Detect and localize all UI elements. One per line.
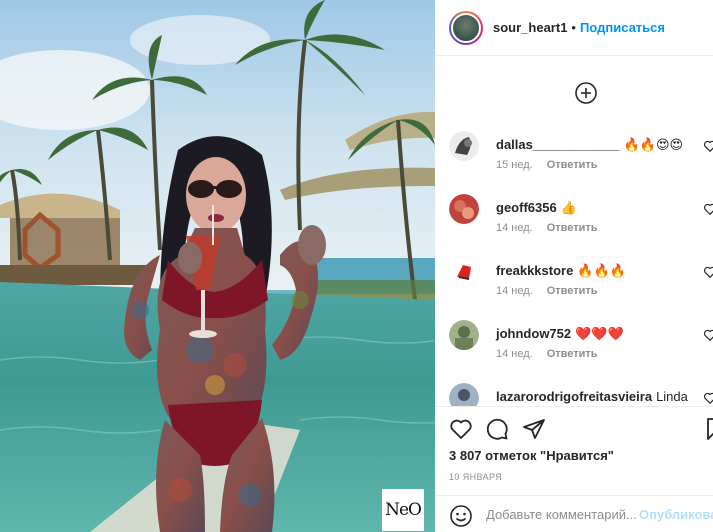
comment-avatar[interactable] <box>449 383 479 406</box>
post-actions: 3 807 отметок "Нравится" 10 ЯНВАРЯ Добав… <box>435 406 713 532</box>
comment-item: freakkkstore 🔥🔥🔥 14 нед. Ответить <box>449 257 713 313</box>
comment-avatar[interactable] <box>449 320 479 350</box>
comment-body: freakkkstore 🔥🔥🔥 <box>496 263 713 279</box>
post-header: sour_heart1 • Подписаться <box>435 0 713 56</box>
header-separator: • <box>571 20 576 35</box>
comment-body: johndow752 ❤️❤️❤️ <box>496 326 713 342</box>
reply-button[interactable]: Ответить <box>547 222 598 234</box>
reply-button[interactable]: Ответить <box>547 348 598 360</box>
comment-item: dallas____________ 🔥🔥😍😍 15 нед. Ответить <box>449 131 713 187</box>
post-date[interactable]: 10 ЯНВАРЯ <box>449 472 502 482</box>
author-username[interactable]: sour_heart1 <box>493 20 567 35</box>
add-comment-bar: Добавьте комментарий... Опубликовать <box>435 495 713 532</box>
watermark-logo: NeO <box>382 489 424 531</box>
comment-avatar[interactable] <box>449 194 479 224</box>
comment-meta: 15 нед. Ответить <box>496 159 598 171</box>
comment-text: 🔥🔥🔥 <box>577 263 626 278</box>
reply-button[interactable]: Ответить <box>547 159 598 171</box>
comment-age: 14 нед. <box>496 222 533 234</box>
comment-avatar[interactable] <box>449 131 479 161</box>
post-sidebar: sour_heart1 • Подписаться dallas________… <box>435 0 713 532</box>
follow-button[interactable]: Подписаться <box>580 20 665 35</box>
author-avatar-ring[interactable] <box>449 10 483 45</box>
comment-username[interactable]: johndow752 <box>496 326 571 341</box>
publish-button[interactable]: Опубликовать <box>639 507 713 522</box>
comment-body: lazarorodrigofreitasvieira Linda <box>496 389 713 405</box>
comment-item: johndow752 ❤️❤️❤️ 14 нед. Ответить <box>449 320 713 376</box>
comment-age: 14 нед. <box>496 285 533 297</box>
comment-item: geoff6356 👍 14 нед. Ответить <box>449 194 713 250</box>
bookmark-icon[interactable] <box>703 417 713 441</box>
comment-text: ❤️❤️❤️ <box>575 326 624 341</box>
likes-count[interactable]: 3 807 отметок "Нравится" <box>449 448 614 463</box>
comment-body: geoff6356 👍 <box>496 200 713 216</box>
comment-text: Linda <box>656 389 688 404</box>
comment-text: 🔥🔥😍😍 <box>623 137 684 152</box>
comment-username[interactable]: geoff6356 <box>496 200 557 215</box>
heart-icon[interactable] <box>703 202 713 216</box>
reply-button[interactable]: Ответить <box>547 285 598 297</box>
comment-username[interactable]: freakkkstore <box>496 263 573 278</box>
comment-input[interactable]: Добавьте комментарий... <box>486 507 637 522</box>
plus-circle-icon[interactable] <box>574 81 598 105</box>
heart-icon[interactable] <box>703 139 713 153</box>
comment-meta: 14 нед. Ответить <box>496 348 598 360</box>
comment-item: lazarorodrigofreitasvieira Linda <box>449 383 713 406</box>
comment-icon[interactable] <box>485 417 509 441</box>
comment-meta: 14 нед. Ответить <box>496 285 598 297</box>
author-avatar[interactable] <box>451 12 481 43</box>
heart-icon[interactable] <box>703 328 713 342</box>
heart-icon[interactable] <box>703 391 713 405</box>
comment-username[interactable]: dallas____________ <box>496 137 620 152</box>
comment-age: 15 нед. <box>496 159 533 171</box>
comments-list[interactable]: dallas____________ 🔥🔥😍😍 15 нед. Ответить g… <box>435 57 713 406</box>
comment-body: dallas____________ 🔥🔥😍😍 <box>496 137 713 153</box>
comment-text: 👍 <box>560 200 577 215</box>
smile-icon[interactable] <box>449 504 473 528</box>
post-photo[interactable]: NeO <box>0 0 435 532</box>
comment-avatar[interactable] <box>449 257 479 287</box>
comment-age: 14 нед. <box>496 348 533 360</box>
heart-icon[interactable] <box>703 265 713 279</box>
paper-plane-icon[interactable] <box>522 417 546 441</box>
comment-meta: 14 нед. Ответить <box>496 222 598 234</box>
comment-username[interactable]: lazarorodrigofreitasvieira <box>496 389 652 404</box>
post-photo-scene <box>0 0 435 532</box>
heart-icon[interactable] <box>449 417 473 441</box>
